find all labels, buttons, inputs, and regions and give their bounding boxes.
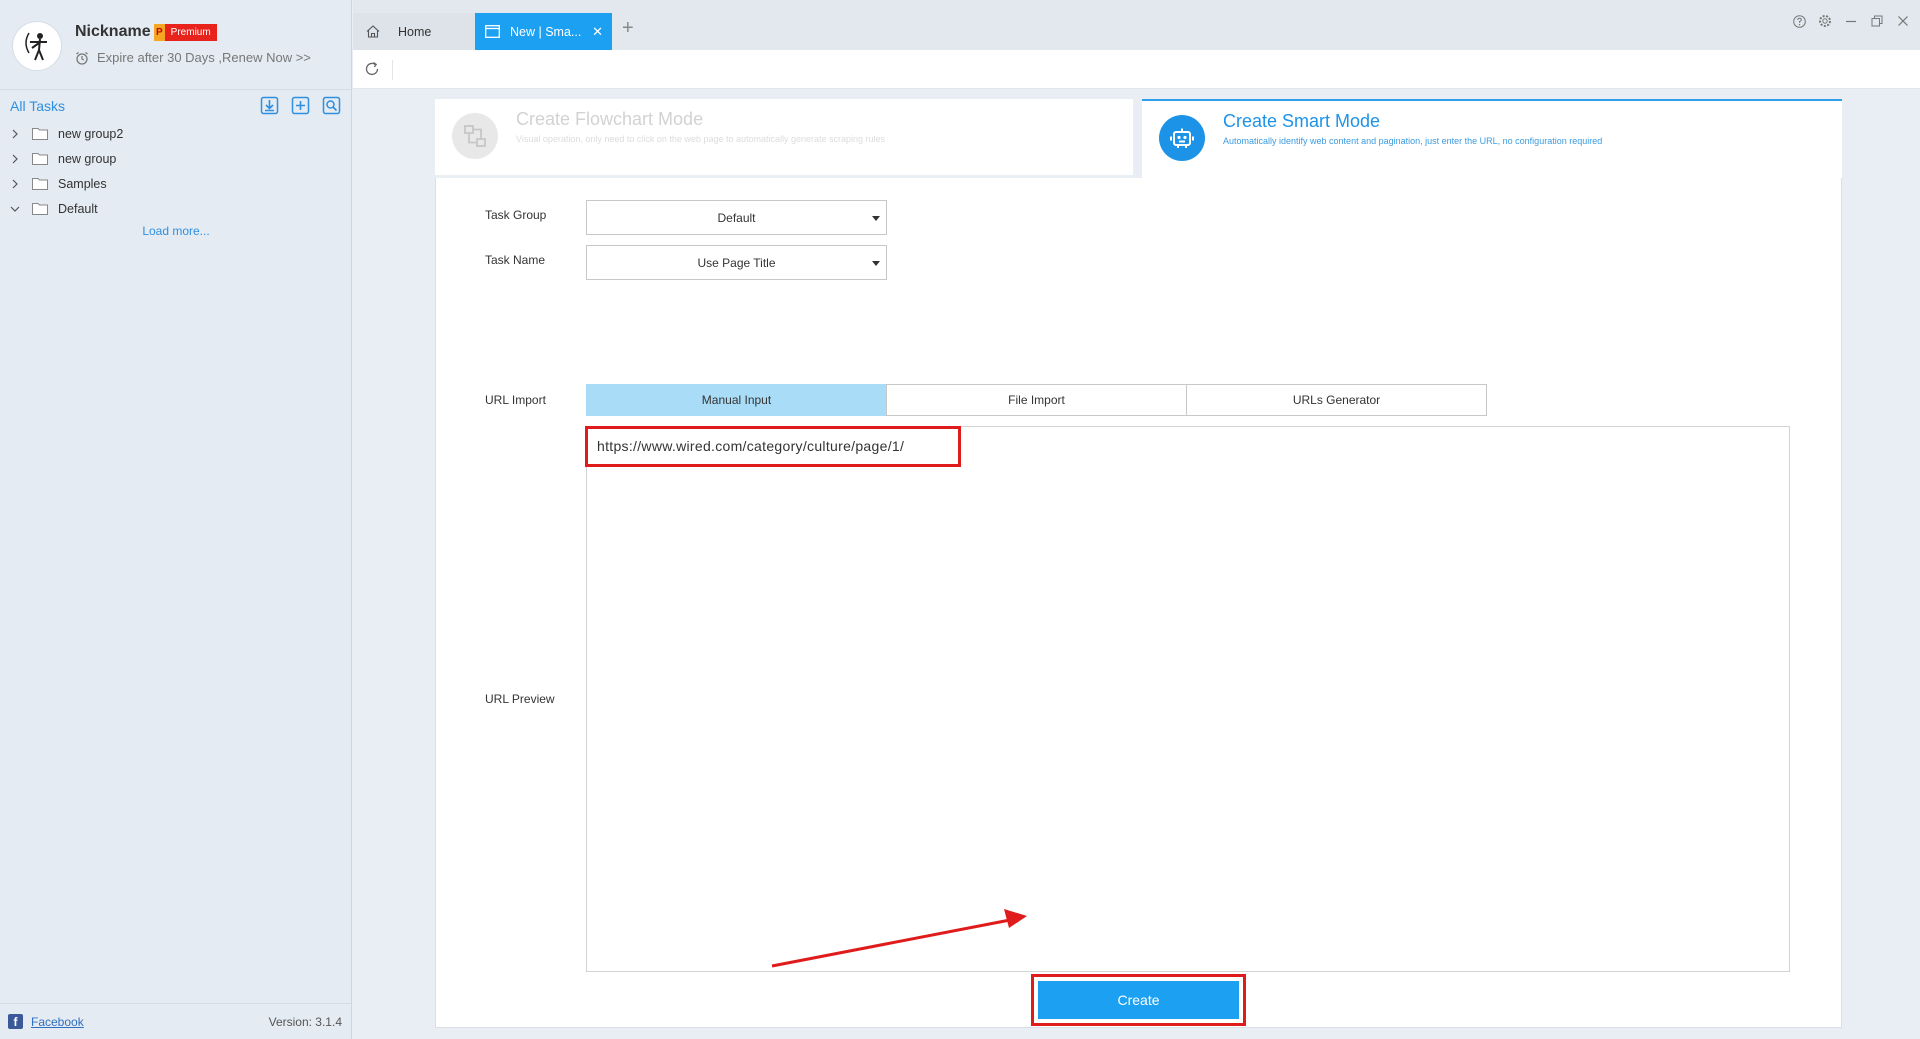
tree-group[interactable]: new group [0,146,352,171]
tab-home-label: Home [398,24,432,39]
expire-text: Expire after 30 Days ,Renew Now >> [97,50,311,65]
tab-home[interactable]: Home [353,13,475,50]
chevron-right-icon[interactable] [8,129,22,139]
facebook-link-group[interactable]: f Facebook [8,1014,84,1029]
minimize-icon[interactable] [1844,14,1858,28]
url-import-tabs: Manual Input File Import URLs Generator [586,384,1487,416]
facebook-link[interactable]: Facebook [31,1015,84,1029]
tab-urls-generator[interactable]: URLs Generator [1186,384,1487,416]
premium-badge: P Premium [154,24,217,41]
restore-icon[interactable] [1870,14,1884,28]
close-window-icon[interactable] [1896,14,1910,28]
address-separator [392,60,393,80]
create-button[interactable]: Create [1038,981,1239,1019]
url-textarea[interactable]: https://www.wired.com/category/culture/p… [585,426,1790,972]
all-tasks-label[interactable]: All Tasks [10,98,65,114]
alarm-clock-icon [76,51,88,65]
task-name-value: Use Page Title [697,255,776,270]
premium-p: P [154,24,165,41]
smart-mode-form: Task Group Default Task Name Use Page Ti… [435,178,1842,1028]
tree-group[interactable]: Samples [0,171,352,196]
search-task-icon[interactable] [321,95,342,116]
task-name-select[interactable]: Use Page Title [586,245,887,280]
tab-new-smart[interactable]: New | Sma... ✕ [475,13,612,50]
add-task-icon[interactable] [290,95,311,116]
help-icon[interactable] [1792,14,1806,28]
user-box: Nickname P Premium Expire after 30 Days … [0,0,352,90]
flowchart-mode-card[interactable]: Create Flowchart Mode Visual operation, … [435,99,1133,178]
archer-icon [25,32,47,61]
app-window: Nickname P Premium Expire after 30 Days … [0,0,1920,1039]
smart-mode-desc: Automatically identify web content and p… [1223,136,1603,146]
sidebar-tools [259,95,342,116]
task-group-select[interactable]: Default [586,200,887,235]
tab-new-label: New | Sma... [510,24,582,39]
sidebar: Nickname P Premium Expire after 30 Days … [0,0,352,1039]
browser-window-icon [485,25,500,38]
smart-mode-card[interactable]: Create Smart Mode Automatically identify… [1142,99,1842,178]
avatar[interactable] [12,21,62,71]
flowchart-mode-title: Create Flowchart Mode [516,109,704,129]
renew-link[interactable]: Expire after 30 Days ,Renew Now >> [75,50,311,65]
tree-group-label: new group2 [58,126,124,141]
import-icon[interactable] [259,95,280,116]
main-content: Create Flowchart Mode Visual operation, … [353,89,1920,1039]
close-tab-icon[interactable]: ✕ [592,24,603,40]
folder-icon [32,202,48,215]
create-highlight: Create [1031,974,1246,1026]
load-more-link[interactable]: Load more... [0,224,352,238]
all-tasks-bar: All Tasks [0,91,352,121]
folder-icon [32,127,48,140]
settings-gear-icon[interactable] [1818,14,1832,28]
caret-down-icon [872,261,880,266]
caret-down-icon [872,216,880,221]
folder-icon [32,177,48,190]
flowchart-icon [452,113,498,159]
facebook-icon[interactable]: f [8,1014,23,1029]
tree-group-label: Samples [58,176,107,191]
url-value: https://www.wired.com/category/culture/p… [585,426,961,467]
add-tab-button[interactable]: + [622,17,634,40]
premium-label: Premium [164,24,217,41]
tree-group-label: new group [58,151,117,166]
tree-group[interactable]: Default [0,196,352,221]
address-bar [353,50,1920,89]
tab-bar: Home New | Sma... ✕ + [353,0,1920,50]
home-icon [366,25,380,38]
version-label: Version: 3.1.4 [268,1014,342,1029]
task-group-value: Default [717,210,756,225]
task-group-label: Task Group [485,208,547,222]
tab-file-import[interactable]: File Import [886,384,1187,416]
tree-group[interactable]: new group2 [0,121,352,146]
url-preview-label: URL Preview [485,692,555,706]
chevron-right-icon[interactable] [8,154,22,164]
robot-icon [1159,115,1205,161]
url-import-label: URL Import [485,393,546,407]
window-controls [1792,14,1910,28]
refresh-icon[interactable] [363,60,381,83]
folder-icon [32,152,48,165]
tree-group-label: Default [58,201,98,216]
flowchart-mode-desc: Visual operation, only need to click on … [516,134,886,144]
smart-mode-title: Create Smart Mode [1223,111,1381,131]
task-name-label: Task Name [485,253,546,267]
chevron-right-icon[interactable] [8,179,22,189]
chevron-down-icon[interactable] [8,205,22,213]
nickname: Nickname [75,23,151,40]
tab-manual-input[interactable]: Manual Input [586,384,887,416]
task-tree: new group2 new group Samples Default [0,121,352,221]
sidebar-footer: f Facebook Version: 3.1.4 [0,1003,352,1039]
